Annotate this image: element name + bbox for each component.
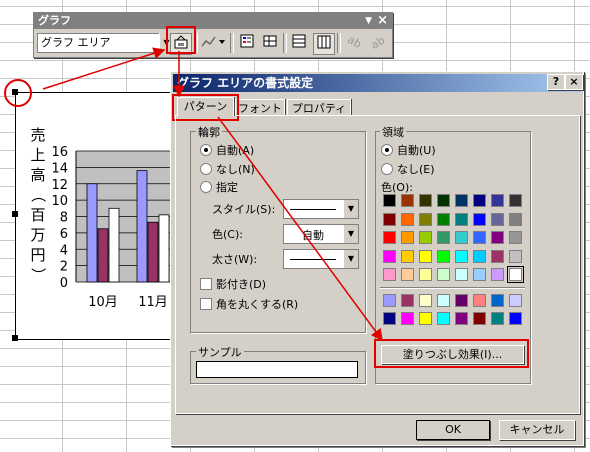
tab-pattern[interactable]: パターン [177, 97, 234, 116]
arrow-to-fill-button [217, 116, 383, 342]
arrow-to-toolbar [42, 47, 166, 90]
annotation-arrows [42, 47, 383, 342]
